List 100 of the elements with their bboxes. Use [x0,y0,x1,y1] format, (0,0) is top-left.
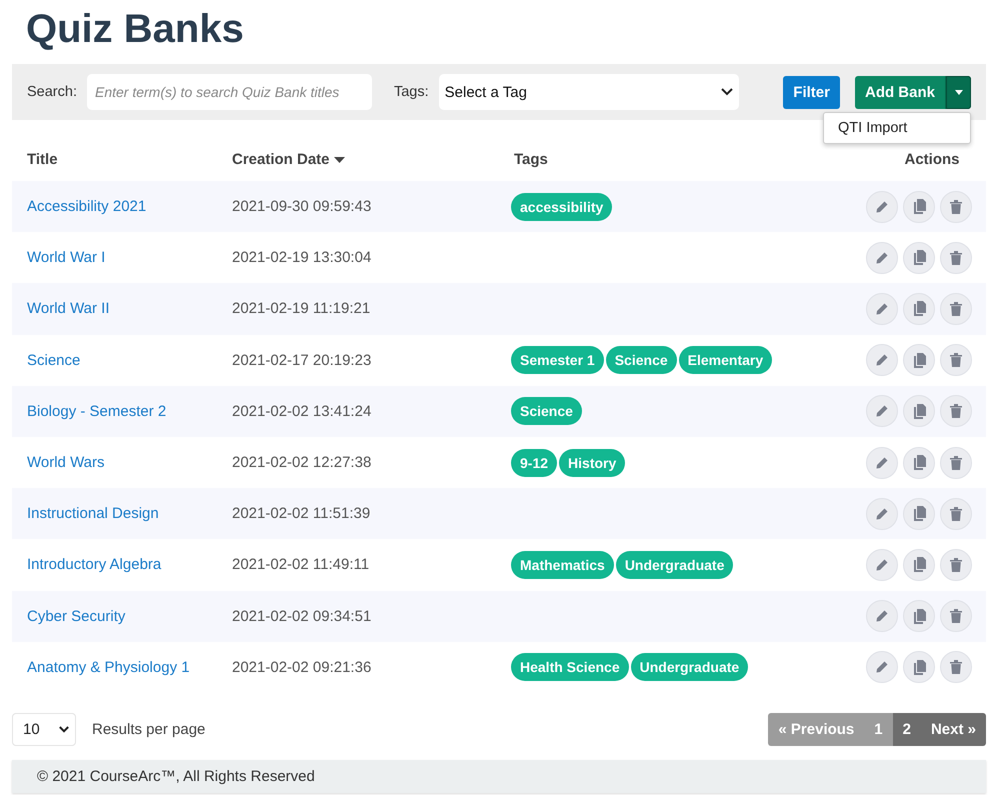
per-page-select[interactable]: 10 [12,712,76,746]
copy-button[interactable] [903,651,935,684]
delete-button[interactable] [940,395,972,428]
tag[interactable]: Science [511,397,582,426]
pencil-icon [875,660,889,674]
date-cell: 2021-02-02 12:27:38 [232,454,372,472]
edit-button[interactable] [866,395,898,428]
column-header[interactable]: Actions [904,151,960,168]
trash-icon [950,200,962,214]
caret-icon [954,90,962,94]
edit-button[interactable] [866,292,898,325]
copy-icon [912,506,926,522]
date-cell: 2021-02-02 11:49:11 [232,556,370,574]
column-header[interactable]: Tags [514,151,548,168]
title-link[interactable]: Introductory Algebra [27,556,162,574]
date-cell: 2021-02-02 13:41:24 [232,402,372,420]
delete-button[interactable] [940,190,972,223]
date-cell: 2021-02-19 13:30:04 [232,249,372,266]
delete-button[interactable] [940,242,972,274]
trash-icon [950,302,962,316]
date-cell: 2021-02-02 11:51:39 [232,505,370,522]
trash-icon [950,609,962,624]
tag[interactable]: Semester 1 [511,346,604,374]
copy-button[interactable] [903,548,935,581]
tag[interactable]: Undergraduate [616,550,734,579]
edit-button[interactable] [866,498,898,530]
tag[interactable]: accessibility [511,192,612,221]
chevron-icon [720,88,733,96]
edit-button[interactable] [866,548,898,581]
search-field[interactable]: Enter term(s) to search Quiz Bank titles [86,74,372,110]
menu-item[interactable]: QTI Import [824,116,970,138]
date-cell: 2021-02-19 11:19:21 [232,300,370,318]
edit-button[interactable] [866,190,898,223]
copy-icon [912,660,926,675]
trash-icon [950,250,962,265]
copy-icon [912,199,926,214]
title-link[interactable]: Anatomy & Physiology 1 [27,658,190,676]
column-header[interactable]: Creation Date [232,151,345,168]
copy-button[interactable] [903,190,935,223]
title-link[interactable]: Accessibility 2021 [27,198,146,216]
tag[interactable]: Elementary [678,346,772,374]
tag[interactable]: History [559,448,626,477]
filter-button[interactable]: Filter [783,76,840,108]
copy-icon [912,301,926,316]
tag[interactable]: Science [606,346,677,374]
tags-select[interactable]: Select a Tag [438,74,739,110]
date-cell: 2021-02-02 09:21:36 [232,658,372,676]
pencil-icon [875,200,889,214]
delete-button[interactable] [940,548,972,581]
copy-button[interactable] [903,498,935,530]
trash-icon [950,506,962,521]
title-link[interactable]: Cyber Security [27,608,126,625]
edit-button[interactable] [866,242,898,274]
add-bank-button[interactable]: Add Bank [854,76,945,108]
tag[interactable]: Undergraduate [630,653,748,682]
page-button[interactable]: 2 [892,712,921,746]
delete-button[interactable] [940,292,972,325]
copy-button[interactable] [903,292,935,325]
delete-button[interactable] [940,344,972,376]
copy-button[interactable] [903,242,935,274]
title-link[interactable]: World Wars [27,454,105,472]
pencil-icon [875,558,889,572]
per-page-label: Results per page [92,720,206,738]
pencil-icon [875,404,889,418]
trash-icon [950,456,962,470]
tag[interactable]: Health Science [511,653,629,682]
column-header[interactable]: Title [27,151,58,168]
title-link[interactable]: World War I [27,249,106,266]
copy-button[interactable] [903,446,935,479]
pencil-icon [875,250,889,265]
copy-button[interactable] [903,395,935,428]
tags-label: Tags: [394,84,429,100]
search-label: Search: [27,84,77,100]
date-cell: 2021-02-17 20:19:23 [232,352,372,369]
copy-icon [912,352,926,368]
copy-button[interactable] [903,600,935,632]
copy-icon [912,250,926,266]
delete-button[interactable] [940,600,972,632]
tag[interactable]: Mathematics [511,550,614,579]
edit-button[interactable] [866,600,898,632]
trash-icon [950,404,962,418]
tag[interactable]: 9-12 [511,448,558,477]
copyright-text: © 2021 CourseArc™, All Rights Reserved [37,768,315,785]
edit-button[interactable] [866,651,898,684]
date-cell: 2021-02-02 09:34:51 [232,608,372,625]
title-link[interactable]: Science [27,352,80,369]
trash-icon [950,558,962,572]
edit-button[interactable] [866,344,898,376]
pencil-icon [875,609,889,624]
next-button[interactable]: Next » [920,712,986,746]
trash-icon [950,353,962,368]
edit-button[interactable] [866,446,898,479]
delete-button[interactable] [940,651,972,684]
delete-button[interactable] [940,446,972,479]
title-link[interactable]: World War II [27,300,110,318]
copy-button[interactable] [903,344,935,376]
copy-icon [912,404,926,419]
page-button[interactable]: 1 [864,712,893,746]
dropdown-toggle[interactable] [945,76,971,108]
delete-button[interactable] [940,498,972,530]
